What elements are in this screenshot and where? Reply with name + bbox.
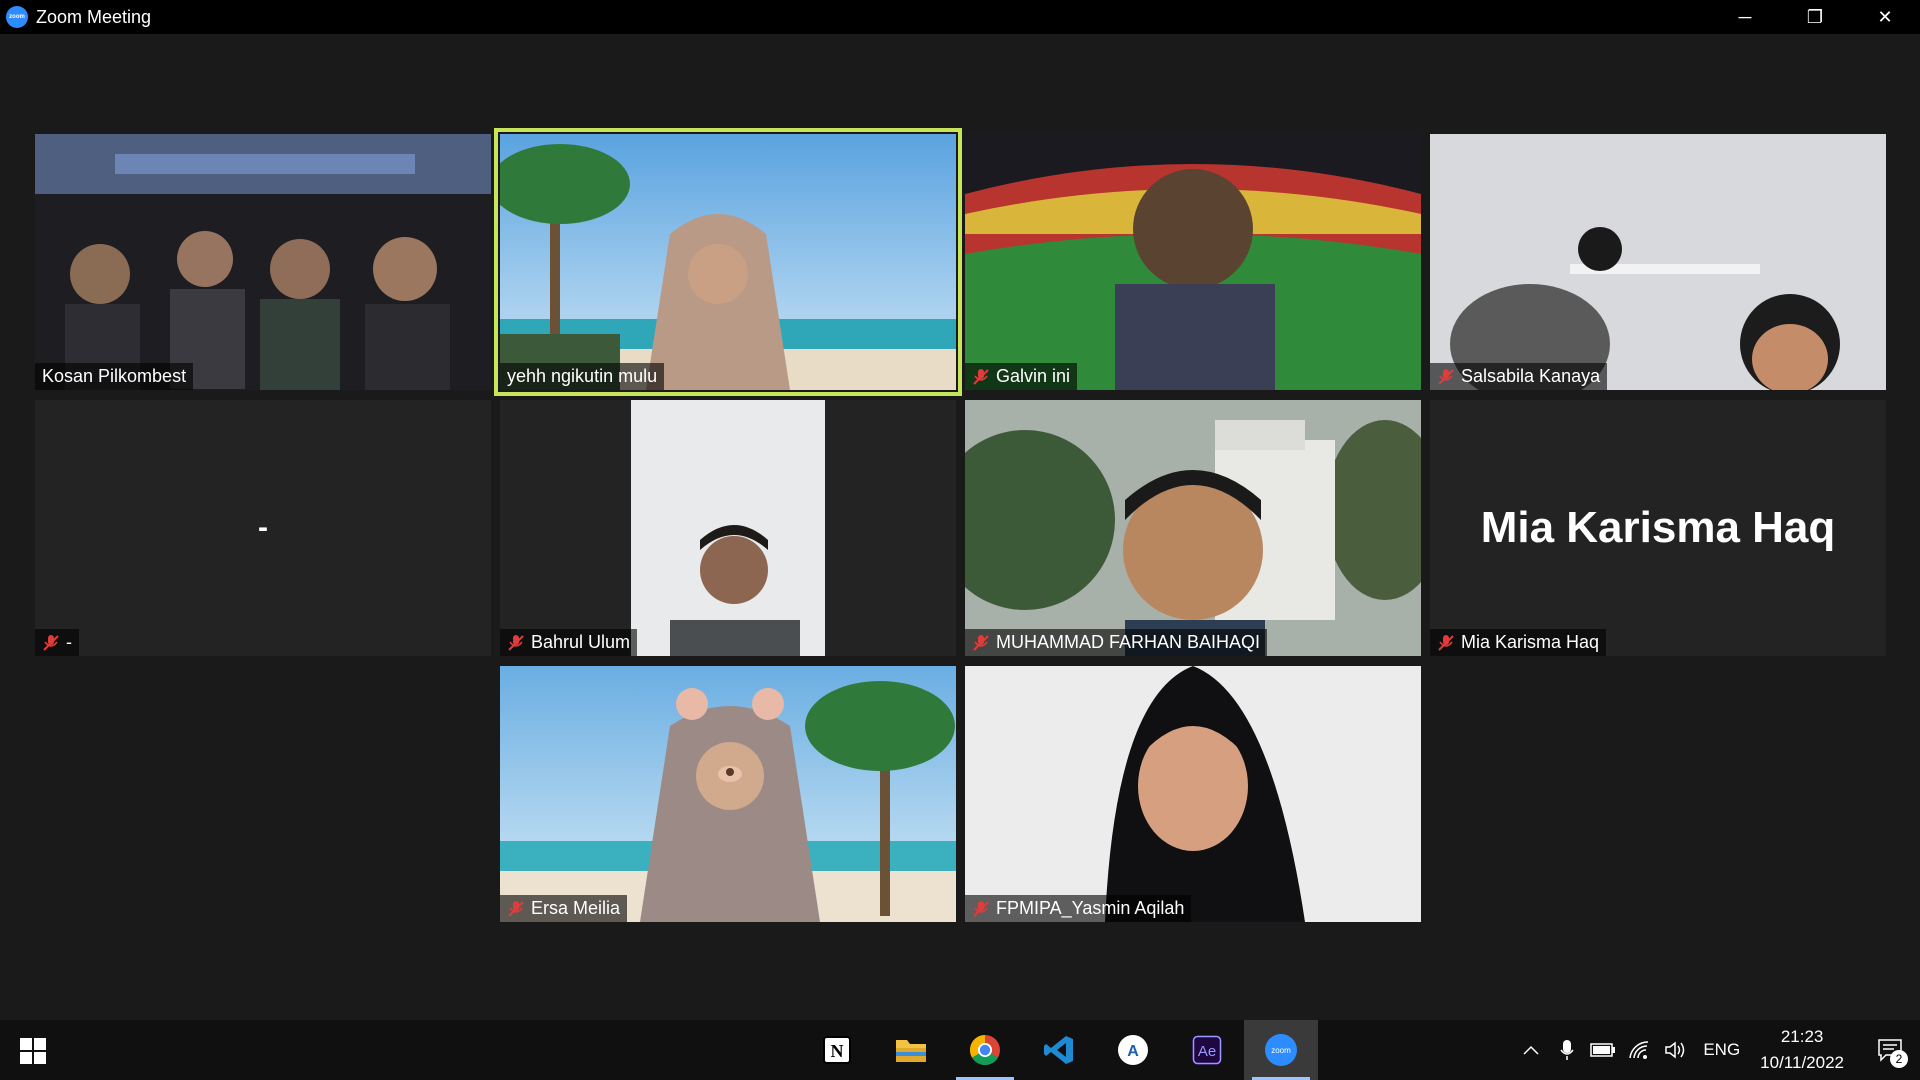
- microphone-icon: [1560, 1040, 1574, 1060]
- zoom-icon-glyph: zoom: [1271, 1046, 1291, 1055]
- minimize-button[interactable]: ─: [1710, 0, 1780, 34]
- participant-tile-yasmin[interactable]: FPMIPA_Yasmin Aqilah: [965, 666, 1421, 922]
- participant-placeholder-name: Mia Karisma Haq: [1480, 503, 1836, 552]
- participant-name: Ersa Meilia: [531, 898, 621, 918]
- close-button[interactable]: ✕: [1850, 0, 1920, 34]
- participant-tile-bahrul[interactable]: Bahrul Ulum: [500, 400, 956, 656]
- participant-name-label: Bahrul Ulum: [500, 629, 638, 656]
- participant-video: [1430, 134, 1886, 390]
- chrome-taskbar-button[interactable]: [948, 1020, 1022, 1080]
- participant-name: Mia Karisma Haq: [1461, 632, 1600, 652]
- network-tray-button[interactable]: [1621, 1020, 1657, 1080]
- restore-button[interactable]: ❐: [1780, 0, 1850, 34]
- clock[interactable]: 21:23 10/11/2022: [1760, 1024, 1844, 1076]
- system-tray: ENG 21:23 10/11/2022 2: [1513, 1020, 1920, 1080]
- file-explorer-taskbar-button[interactable]: [874, 1020, 948, 1080]
- file-explorer-icon: [896, 1040, 926, 1062]
- participant-tile-galvin[interactable]: Galvin ini: [965, 134, 1421, 390]
- participant-name-label: Ersa Meilia: [500, 895, 628, 922]
- participant-name: yehh ngikutin mulu: [507, 366, 658, 386]
- zoom-icon: zoom: [1265, 1034, 1297, 1066]
- participant-name: -: [66, 632, 72, 652]
- notification-count-badge: 2: [1890, 1050, 1908, 1068]
- gallery-view: Kosan Pilkombest yehh ngikutin mulu Galv…: [0, 34, 1920, 1020]
- wifi-icon: [1629, 1041, 1649, 1059]
- vscode-taskbar-button[interactable]: [1022, 1020, 1096, 1080]
- participant-tile-salsabila[interactable]: Salsabila Kanaya: [1430, 134, 1886, 390]
- participant-name-label: -: [35, 629, 79, 656]
- clock-date: 10/11/2022: [1760, 1053, 1844, 1072]
- volume-tray-button[interactable]: [1657, 1020, 1693, 1080]
- battery-icon: [1590, 1043, 1616, 1057]
- zoom-app-icon: zoom: [6, 6, 28, 28]
- after-effects-icon-glyph: Ae: [1198, 1043, 1216, 1060]
- participant-tile-dash[interactable]: - -: [35, 400, 491, 656]
- participant-name: FPMIPA_Yasmin Aqilah: [996, 898, 1185, 918]
- participant-video: [965, 666, 1421, 922]
- participant-tile-yehh[interactable]: yehh ngikutin mulu: [494, 128, 962, 396]
- title-bar: zoom Zoom Meeting ─ ❐ ✕: [0, 0, 1920, 34]
- muted-mic-icon: [973, 900, 989, 917]
- participant-tile-kosan[interactable]: Kosan Pilkombest: [35, 134, 491, 390]
- participant-name: Kosan Pilkombest: [42, 366, 187, 386]
- clock-time: 21:23: [1780, 1027, 1824, 1046]
- vscode-icon: [1044, 1036, 1073, 1064]
- participant-tile-ersa[interactable]: Ersa Meilia: [500, 666, 956, 922]
- app-a-icon-glyph: A: [1127, 1043, 1139, 1060]
- zoom-taskbar-button[interactable]: zoom: [1244, 1020, 1318, 1080]
- participant-name: MUHAMMAD FARHAN BAIHAQI: [996, 632, 1261, 652]
- windows-start-icon[interactable]: [20, 1038, 46, 1064]
- participant-video: [965, 400, 1421, 656]
- participant-video: [965, 134, 1421, 390]
- microphone-tray-button[interactable]: [1549, 1020, 1585, 1080]
- pinned-apps: N A Ae zoom: [800, 1020, 1318, 1080]
- muted-mic-icon: [973, 634, 989, 651]
- participant-placeholder-name: -: [258, 511, 268, 544]
- show-hidden-icons-button[interactable]: [1513, 1020, 1549, 1080]
- participant-name-label: yehh ngikutin mulu: [500, 363, 665, 390]
- input-language[interactable]: ENG: [1703, 1040, 1740, 1060]
- participant-video: [500, 134, 956, 390]
- battery-tray-button[interactable]: [1585, 1020, 1621, 1080]
- participant-video: [500, 666, 956, 922]
- participant-tile-mia[interactable]: Mia Karisma Haq Mia Karisma Haq: [1430, 400, 1886, 656]
- participant-name-label: Salsabila Kanaya: [1430, 363, 1608, 390]
- notion-icon-glyph: N: [831, 1041, 844, 1061]
- participant-name-label: Mia Karisma Haq: [1430, 629, 1607, 656]
- app-icon-text: zoom: [9, 14, 25, 20]
- notion-taskbar-button[interactable]: N: [800, 1020, 874, 1080]
- participant-video: [500, 400, 956, 656]
- muted-mic-icon: [508, 900, 524, 917]
- window-title: Zoom Meeting: [36, 6, 152, 27]
- muted-mic-icon: [973, 368, 989, 385]
- app-a-taskbar-button[interactable]: A: [1096, 1020, 1170, 1080]
- participant-tile-farhan[interactable]: MUHAMMAD FARHAN BAIHAQI: [965, 400, 1421, 656]
- participant-name-label: Kosan Pilkombest: [35, 363, 194, 390]
- speaker-icon: [1665, 1041, 1685, 1059]
- participant-name: Bahrul Ulum: [531, 632, 631, 652]
- app-a-icon: A: [1118, 1035, 1148, 1065]
- muted-mic-icon: [508, 634, 524, 651]
- participant-name: Galvin ini: [996, 366, 1071, 386]
- action-center-button[interactable]: 2: [1860, 1020, 1920, 1080]
- after-effects-icon: Ae: [1192, 1035, 1222, 1065]
- muted-mic-icon: [1438, 634, 1454, 651]
- chrome-icon: [969, 1035, 1000, 1066]
- participant-name-label: MUHAMMAD FARHAN BAIHAQI: [965, 629, 1268, 656]
- participant-name: Salsabila Kanaya: [1461, 366, 1601, 386]
- after-effects-taskbar-button[interactable]: Ae: [1170, 1020, 1244, 1080]
- muted-mic-icon: [1438, 368, 1454, 385]
- notion-icon: N: [823, 1036, 851, 1064]
- participant-name-label: FPMIPA_Yasmin Aqilah: [965, 895, 1192, 922]
- muted-mic-icon: [43, 634, 59, 651]
- window-controls: ─ ❐ ✕: [1710, 0, 1920, 34]
- chevron-up-icon: [1523, 1045, 1539, 1055]
- participant-name-label: Galvin ini: [965, 363, 1078, 390]
- windows-taskbar: N A Ae zoom ENG 21:23 10/11/2022 2: [0, 1020, 1920, 1080]
- participant-video: [35, 134, 491, 390]
